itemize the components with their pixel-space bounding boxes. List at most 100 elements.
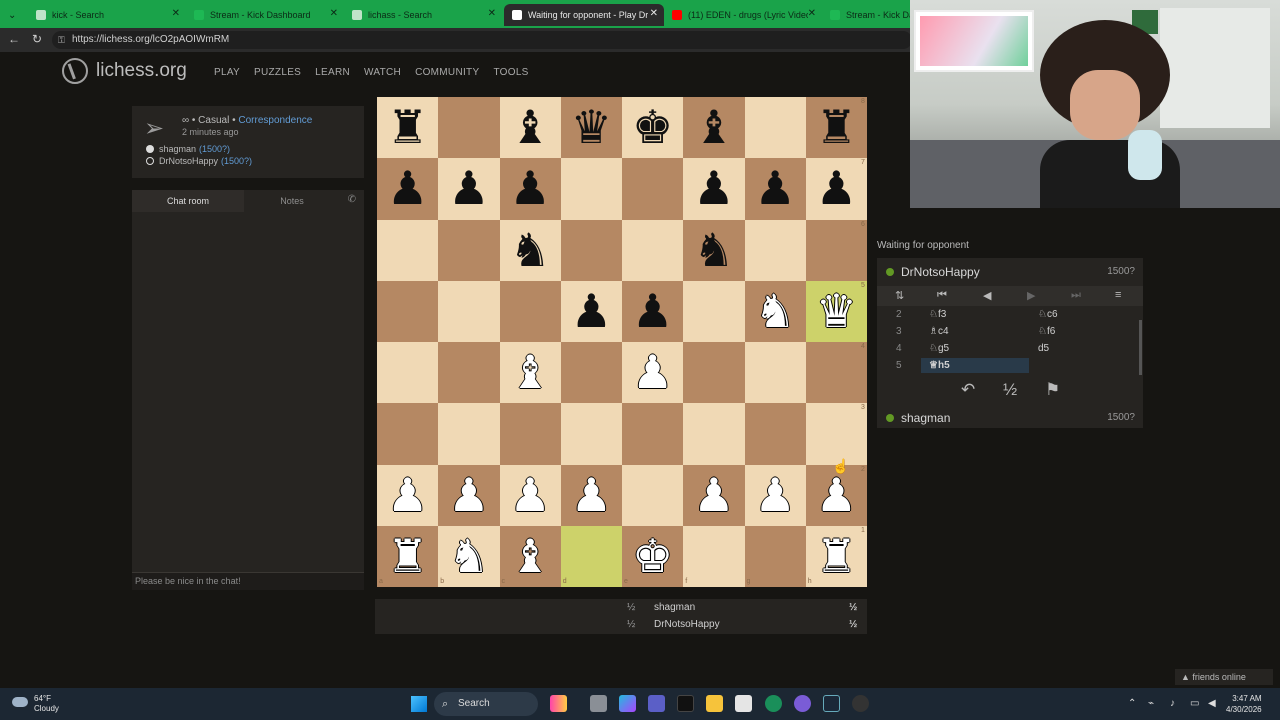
tab-lichess-game[interactable]: Waiting for opponent - Play DrNo ✕: [504, 4, 664, 26]
windows-start-icon[interactable]: [411, 696, 427, 712]
black-bishop-piece[interactable]: ♝: [683, 97, 744, 158]
white-pawn-piece[interactable]: ♟: [745, 465, 806, 526]
tab-lichass-search[interactable]: lichass - Search ✕: [344, 4, 502, 26]
tray-chevron-icon[interactable]: ⌃: [1128, 698, 1136, 709]
menu-icon[interactable]: ≡: [1115, 289, 1121, 301]
volume-icon[interactable]: ◀: [1208, 698, 1216, 709]
white-pawn-piece[interactable]: ♟: [500, 465, 561, 526]
square-a3[interactable]: [377, 403, 439, 465]
friends-online-button[interactable]: ▲ friends online: [1175, 669, 1273, 685]
square-h3[interactable]: [805, 403, 867, 465]
takeback-icon[interactable]: ↶: [961, 380, 975, 400]
copilot-icon[interactable]: [619, 695, 636, 712]
square-b4[interactable]: [438, 342, 500, 404]
correspondence-link[interactable]: Correspondence: [238, 115, 312, 126]
black-pawn-piece[interactable]: ♟: [438, 158, 499, 219]
resign-flag-icon[interactable]: ⚑: [1045, 380, 1060, 400]
square-h6[interactable]: [805, 219, 867, 281]
white-pawn-piece[interactable]: ♟: [622, 342, 683, 403]
widgets-icon[interactable]: [550, 695, 567, 712]
nav-puzzles[interactable]: PUZZLES: [254, 67, 301, 78]
discord-icon[interactable]: [794, 695, 811, 712]
square-f4[interactable]: [683, 342, 745, 404]
reload-icon[interactable]: ↻: [32, 32, 42, 46]
black-move[interactable]: ♘c6: [1038, 309, 1058, 320]
white-pawn-piece[interactable]: ♟: [438, 465, 499, 526]
white-move[interactable]: ♗c4: [929, 326, 949, 337]
taskbar-search[interactable]: ⌕ Search: [434, 692, 538, 716]
square-b8[interactable]: [438, 97, 500, 159]
black-pawn-piece[interactable]: ♟: [377, 158, 438, 219]
black-pawn-piece[interactable]: ♟: [561, 281, 622, 342]
black-move[interactable]: ♘f6: [1038, 326, 1055, 337]
square-f5[interactable]: [683, 280, 745, 342]
black-pawn-piece[interactable]: ♟: [622, 281, 683, 342]
close-icon[interactable]: ✕: [172, 8, 180, 19]
site-title[interactable]: lichess.org: [96, 60, 187, 82]
white-move[interactable]: ♘f3: [929, 309, 946, 320]
black-pawn-piece[interactable]: ♟: [500, 158, 561, 219]
obs-icon[interactable]: [852, 695, 869, 712]
black-player-name[interactable]: DrNotsoHappy: [159, 156, 218, 166]
white-rook-piece[interactable]: ♜: [377, 526, 438, 587]
white-rook-piece[interactable]: ♜: [806, 526, 867, 587]
system-clock[interactable]: 3:47 AM 4/30/2026: [1226, 693, 1262, 715]
square-g8[interactable]: [744, 97, 806, 159]
square-b3[interactable]: [438, 403, 500, 465]
mic-icon[interactable]: ♪: [1170, 698, 1175, 709]
flip-board-icon[interactable]: ⇅: [895, 289, 904, 302]
move-list-scrollbar[interactable]: [1139, 320, 1142, 375]
tab-chat-room[interactable]: Chat room: [132, 190, 244, 212]
black-pawn-piece[interactable]: ♟: [683, 158, 744, 219]
nav-play[interactable]: PLAY: [214, 67, 240, 78]
top-player-name[interactable]: DrNotsoHappy: [901, 265, 980, 279]
next-move-icon[interactable]: ▶: [1027, 289, 1035, 302]
square-d1[interactable]: [560, 525, 622, 587]
square-b5[interactable]: [438, 280, 500, 342]
tab-notes[interactable]: Notes: [244, 190, 340, 212]
square-g4[interactable]: [744, 342, 806, 404]
back-icon[interactable]: ←: [8, 32, 20, 46]
square-e6[interactable]: [622, 219, 684, 281]
black-pawn-piece[interactable]: ♟: [806, 158, 867, 219]
offer-draw-button[interactable]: ½: [1003, 380, 1017, 400]
white-knight-piece[interactable]: ♞: [438, 526, 499, 587]
white-king-piece[interactable]: ♚: [622, 526, 683, 587]
tab-list-button[interactable]: ⌄: [0, 4, 24, 26]
nav-tools[interactable]: TOOLS: [493, 67, 528, 78]
white-player-name[interactable]: shagman: [159, 144, 196, 154]
square-d3[interactable]: [560, 403, 622, 465]
nav-watch[interactable]: WATCH: [364, 67, 401, 78]
tab-youtube[interactable]: (11) EDEN - drugs (Lyric Video ✕: [664, 4, 822, 26]
nav-community[interactable]: COMMUNITY: [415, 67, 479, 78]
white-bishop-piece[interactable]: ♝: [500, 342, 561, 403]
url-input[interactable]: ⚿ https://lichess.org/lcO2pAOIWmRM: [52, 31, 912, 49]
steam-icon[interactable]: [823, 695, 840, 712]
black-king-piece[interactable]: ♚: [622, 97, 683, 158]
square-a5[interactable]: [377, 280, 439, 342]
phone-icon[interactable]: ✆: [348, 194, 356, 205]
teams-icon[interactable]: [648, 695, 665, 712]
white-move[interactable]: ♘g5: [929, 343, 949, 354]
white-move[interactable]: ♕h5: [929, 360, 950, 371]
square-f1[interactable]: [683, 525, 745, 587]
square-e2[interactable]: [622, 464, 684, 526]
white-pawn-piece[interactable]: ♟: [683, 465, 744, 526]
bottom-player-name[interactable]: shagman: [901, 411, 950, 425]
white-pawn-piece[interactable]: ♟: [377, 465, 438, 526]
black-move[interactable]: d5: [1038, 343, 1049, 354]
file-explorer-icon[interactable]: [706, 695, 723, 712]
lichess-logo-icon[interactable]: [62, 58, 88, 84]
square-e3[interactable]: [622, 403, 684, 465]
white-knight-piece[interactable]: ♞: [745, 281, 806, 342]
browser-icon[interactable]: [765, 695, 782, 712]
black-queen-piece[interactable]: ♛: [561, 97, 622, 158]
black-pawn-piece[interactable]: ♟: [745, 158, 806, 219]
display-icon[interactable]: ▭: [1190, 698, 1199, 709]
app-icon[interactable]: [677, 695, 694, 712]
chess-board[interactable]: 8 7 6 5 4 3 2 a b c d e f g 1 h ♜ ♝ ♛ ♚ ♝ ♜ ♟ ♟ ♟ ♟ ♟ ♟ ♞ ♞ ♟ ♟ ♞ ♛ ♝ ♟ ♟ ♟ ♟ ♟…: [377, 97, 867, 587]
square-a4[interactable]: [377, 342, 439, 404]
square-d4[interactable]: [560, 342, 622, 404]
square-c3[interactable]: [499, 403, 561, 465]
white-queen-piece[interactable]: ♛: [806, 281, 867, 342]
